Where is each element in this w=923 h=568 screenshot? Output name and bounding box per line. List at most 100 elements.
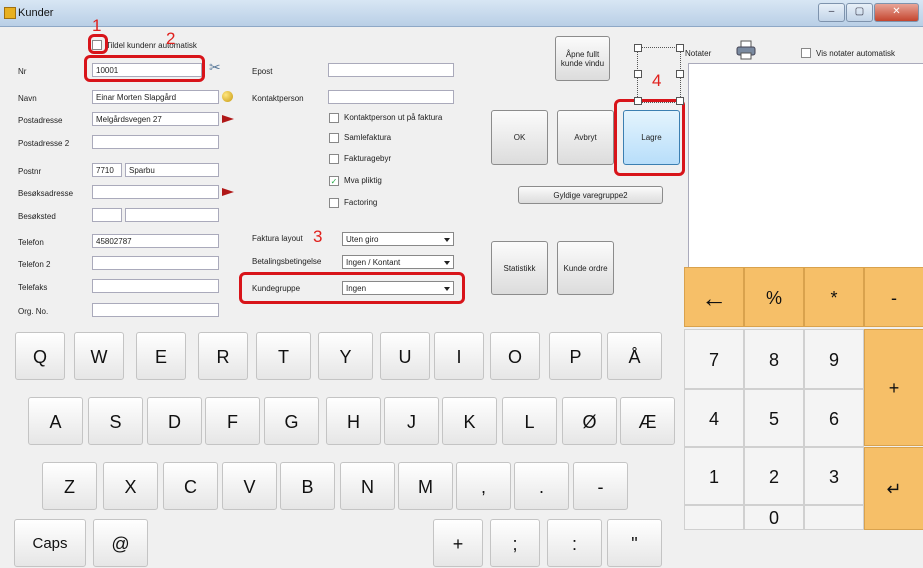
key-quote[interactable]: " <box>607 519 662 567</box>
checkbox-samlefaktura[interactable] <box>329 133 339 143</box>
key-x[interactable]: X <box>103 462 158 510</box>
statistikk-button[interactable]: Statistikk <box>491 241 548 295</box>
besoksted-postnr-input[interactable] <box>92 208 122 222</box>
ok-button[interactable]: OK <box>491 110 548 165</box>
key-8[interactable]: 8 <box>744 329 804 389</box>
poststed-input[interactable]: Sparbu <box>125 163 219 177</box>
telefaks-input[interactable] <box>92 279 219 293</box>
resize-handle[interactable] <box>676 97 684 105</box>
key-blank[interactable] <box>804 505 864 530</box>
key-percent[interactable]: % <box>744 267 804 327</box>
smiley-icon[interactable] <box>222 91 233 102</box>
key-t[interactable]: T <box>256 332 311 380</box>
annotation-box-3 <box>239 272 465 304</box>
wrench-icon[interactable]: ✂ <box>209 59 221 76</box>
key-minus[interactable]: - <box>864 267 923 327</box>
key-o[interactable]: O <box>490 332 540 380</box>
navn-input[interactable]: Einar Morten Slapgård <box>92 90 219 104</box>
resize-handle[interactable] <box>676 44 684 52</box>
resize-handle[interactable] <box>634 44 642 52</box>
key-at[interactable]: @ <box>93 519 148 567</box>
key-ae[interactable]: Æ <box>620 397 675 445</box>
key-j[interactable]: J <box>384 397 439 445</box>
key-s[interactable]: S <box>88 397 143 445</box>
epost-input[interactable] <box>328 63 454 77</box>
key-colon[interactable]: : <box>547 519 602 567</box>
telefon2-input[interactable] <box>92 256 219 270</box>
key-dash[interactable]: - <box>573 462 628 510</box>
key-w[interactable]: W <box>74 332 124 380</box>
key-p[interactable]: P <box>549 332 602 380</box>
minimize-button[interactable]: – <box>818 3 845 22</box>
avbryt-button[interactable]: Avbryt <box>557 110 614 165</box>
checkbox-fakturagebyr[interactable] <box>329 154 339 164</box>
resize-handle[interactable] <box>634 70 642 78</box>
map-flag-icon[interactable] <box>222 115 234 123</box>
faktura-layout-select[interactable]: Uten giro <box>342 232 454 246</box>
key-period[interactable]: . <box>514 462 569 510</box>
key-backspace[interactable]: ← <box>684 267 744 327</box>
besoksadresse-input[interactable] <box>92 185 219 199</box>
key-n[interactable]: N <box>340 462 395 510</box>
key-d[interactable]: D <box>147 397 202 445</box>
key-caps[interactable]: Caps <box>14 519 86 567</box>
close-button[interactable]: ✕ <box>874 3 919 22</box>
show-notes-auto-checkbox[interactable] <box>801 48 811 58</box>
key-e[interactable]: E <box>136 332 186 380</box>
key-v[interactable]: V <box>222 462 277 510</box>
betalingsbetingelse-select[interactable]: Ingen / Kontant <box>342 255 454 269</box>
kontaktperson-input[interactable] <box>328 90 454 104</box>
postadresse2-input[interactable] <box>92 135 219 149</box>
key-3[interactable]: 3 <box>804 447 864 505</box>
key-0-partial[interactable] <box>684 505 744 530</box>
checkbox-mva-pliktig[interactable]: ✓ <box>329 176 339 186</box>
key-7[interactable]: 7 <box>684 329 744 389</box>
key-b[interactable]: B <box>280 462 335 510</box>
key-plus[interactable]: + <box>433 519 483 567</box>
key-multiply[interactable]: * <box>804 267 864 327</box>
gyldige-varegruppe-button[interactable]: Gyldige varegruppe2 <box>518 186 663 204</box>
key-h[interactable]: H <box>326 397 381 445</box>
key-l[interactable]: L <box>502 397 557 445</box>
key-r[interactable]: R <box>198 332 248 380</box>
key-oe[interactable]: Ø <box>562 397 617 445</box>
key-g[interactable]: G <box>264 397 319 445</box>
postnr-input[interactable]: 7710 <box>92 163 122 177</box>
key-i[interactable]: I <box>434 332 484 380</box>
checkbox-kontaktperson-faktura[interactable] <box>329 113 339 123</box>
key-1[interactable]: 1 <box>684 447 744 505</box>
key-2[interactable]: 2 <box>744 447 804 505</box>
key-m[interactable]: M <box>398 462 453 510</box>
key-5[interactable]: 5 <box>744 389 804 447</box>
checkbox-factoring[interactable] <box>329 198 339 208</box>
key-a[interactable]: A <box>28 397 83 445</box>
key-6[interactable]: 6 <box>804 389 864 447</box>
besoksted-input[interactable] <box>125 208 219 222</box>
key-9[interactable]: 9 <box>804 329 864 389</box>
key-y[interactable]: Y <box>318 332 373 380</box>
resize-handle[interactable] <box>676 70 684 78</box>
open-full-customer-button[interactable]: Åpne fullt kunde vindu <box>555 36 610 81</box>
resize-handle[interactable] <box>634 97 642 105</box>
key-c[interactable]: C <box>163 462 218 510</box>
key-aa[interactable]: Å <box>607 332 662 380</box>
key-semicolon[interactable]: ; <box>490 519 540 567</box>
key-q[interactable]: Q <box>15 332 65 380</box>
notes-textarea[interactable] <box>688 63 923 295</box>
key-4[interactable]: 4 <box>684 389 744 447</box>
key-f[interactable]: F <box>205 397 260 445</box>
key-enter[interactable]: ↵ <box>864 447 923 530</box>
printer-icon[interactable] <box>736 40 756 60</box>
postadresse-input[interactable]: Melgårdsvegen 27 <box>92 112 219 126</box>
key-comma[interactable]: , <box>456 462 511 510</box>
maximize-button[interactable]: ▢ <box>846 3 873 22</box>
telefon-input[interactable]: 45802787 <box>92 234 219 248</box>
key-u[interactable]: U <box>380 332 430 380</box>
key-0[interactable]: 0 <box>744 505 804 530</box>
key-numpad-plus[interactable]: + <box>864 329 923 446</box>
kunde-ordre-button[interactable]: Kunde ordre <box>557 241 614 295</box>
key-z[interactable]: Z <box>42 462 97 510</box>
org-no-input[interactable] <box>92 303 219 317</box>
key-k[interactable]: K <box>442 397 497 445</box>
map-flag-icon[interactable] <box>222 188 234 196</box>
